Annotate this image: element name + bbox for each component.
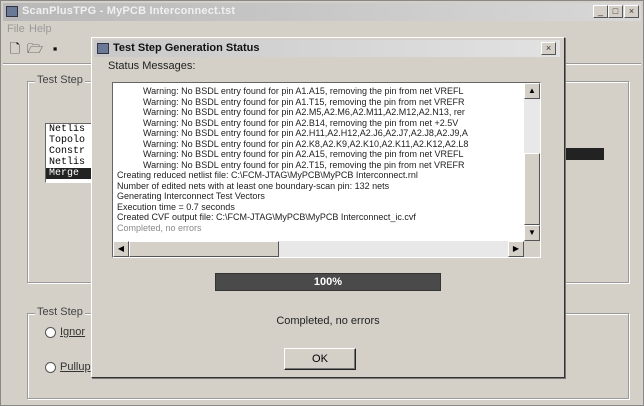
list-selection-highlight [564,148,604,160]
scroll-down-arrow-icon[interactable]: ▼ [524,225,540,241]
status-message-line: Completed, no errors [117,222,202,233]
menu-help[interactable]: Help [29,23,52,35]
radio-pullup-label: Pullup [60,361,91,373]
status-message-line: Warning: No BSDL entry found for pin A2.… [143,128,468,138]
status-message-line: Generating Interconnect Test Vectors [117,191,265,201]
radio-circle[interactable] [45,326,56,338]
maximize-button[interactable]: □ [608,5,623,18]
ok-button[interactable]: OK [284,348,356,370]
scroll-up-arrow-icon[interactable]: ▲ [524,83,540,99]
status-message-line: Warning: No BSDL entry found for pin A2.… [143,159,465,170]
open-icon[interactable]: 🗁 [27,41,43,57]
radio-ignore[interactable]: Ignor [45,326,85,338]
scrollbar-corner [524,241,540,257]
dialog-title-bar[interactable]: Test Step Generation Status × [94,40,560,57]
new-icon[interactable]: 🗋 [7,41,23,57]
test-step-options-label: Test Step [35,306,85,318]
status-message-line: Creating reduced netlist file: C:\FCM-JT… [117,170,418,180]
status-message-line: Number of edited nets with at least one … [117,180,390,191]
status-message-line: Execution time = 0.7 seconds [117,201,235,212]
status-message-line: Warning: No BSDL entry found for pin A2.… [143,138,469,149]
horizontal-scroll-thumb[interactable] [129,241,279,257]
dialog-app-icon [97,43,109,54]
progress-text: 100% [313,276,343,288]
status-message-line: Warning: No BSDL entry found for pin A1.… [143,86,464,96]
completion-text: Completed, no errors [276,315,380,327]
status-message-line: Warning: No BSDL entry found for pin A2.… [143,149,464,159]
menu-file[interactable]: File [7,23,25,35]
close-button[interactable]: × [624,5,639,18]
messages-list: Warning: No BSDL entry found for pin A1.… [117,86,517,233]
test-step-group-label: Test Step [35,74,85,86]
app-icon [6,6,18,17]
vertical-scrollbar[interactable]: ▲ ▼ [524,83,540,241]
minimize-button[interactable]: _ [593,5,608,18]
scroll-right-arrow-icon[interactable]: ▶ [508,241,524,257]
radio-circle[interactable] [45,361,56,373]
status-message-line: Created CVF output file: C:\FCM-JTAG\MyP… [117,212,416,222]
status-message-line: Warning: No BSDL entry found for pin A2.… [143,117,459,128]
status-message-line: Warning: No BSDL entry found for pin A2.… [143,107,465,117]
status-messages-box[interactable]: Warning: No BSDL entry found for pin A1.… [112,82,541,258]
status-message-line: Warning: No BSDL entry found for pin A1.… [143,96,465,107]
generation-status-dialog: Test Step Generation Status × Status Mes… [91,37,565,378]
progress-bar: 100% [215,273,441,291]
vertical-scroll-thumb[interactable] [524,153,540,225]
save-icon[interactable]: ▪ [47,41,63,57]
radio-pullup[interactable]: Pullup [45,361,91,373]
scroll-left-arrow-icon[interactable]: ◀ [113,241,129,257]
dialog-title: Test Step Generation Status [113,42,260,54]
horizontal-scrollbar[interactable]: ◀ ▶ [113,241,524,257]
status-messages-label: Status Messages: [108,60,196,72]
main-title-bar[interactable]: ScanPlusTPG - MyPCB Interconnect.tst _ □… [3,3,641,21]
radio-ignore-label: Ignor [60,326,86,338]
menu-bar: File Help [3,23,603,37]
app-title: ScanPlusTPG - MyPCB Interconnect.tst [22,5,236,17]
dialog-close-button[interactable]: × [541,42,556,55]
